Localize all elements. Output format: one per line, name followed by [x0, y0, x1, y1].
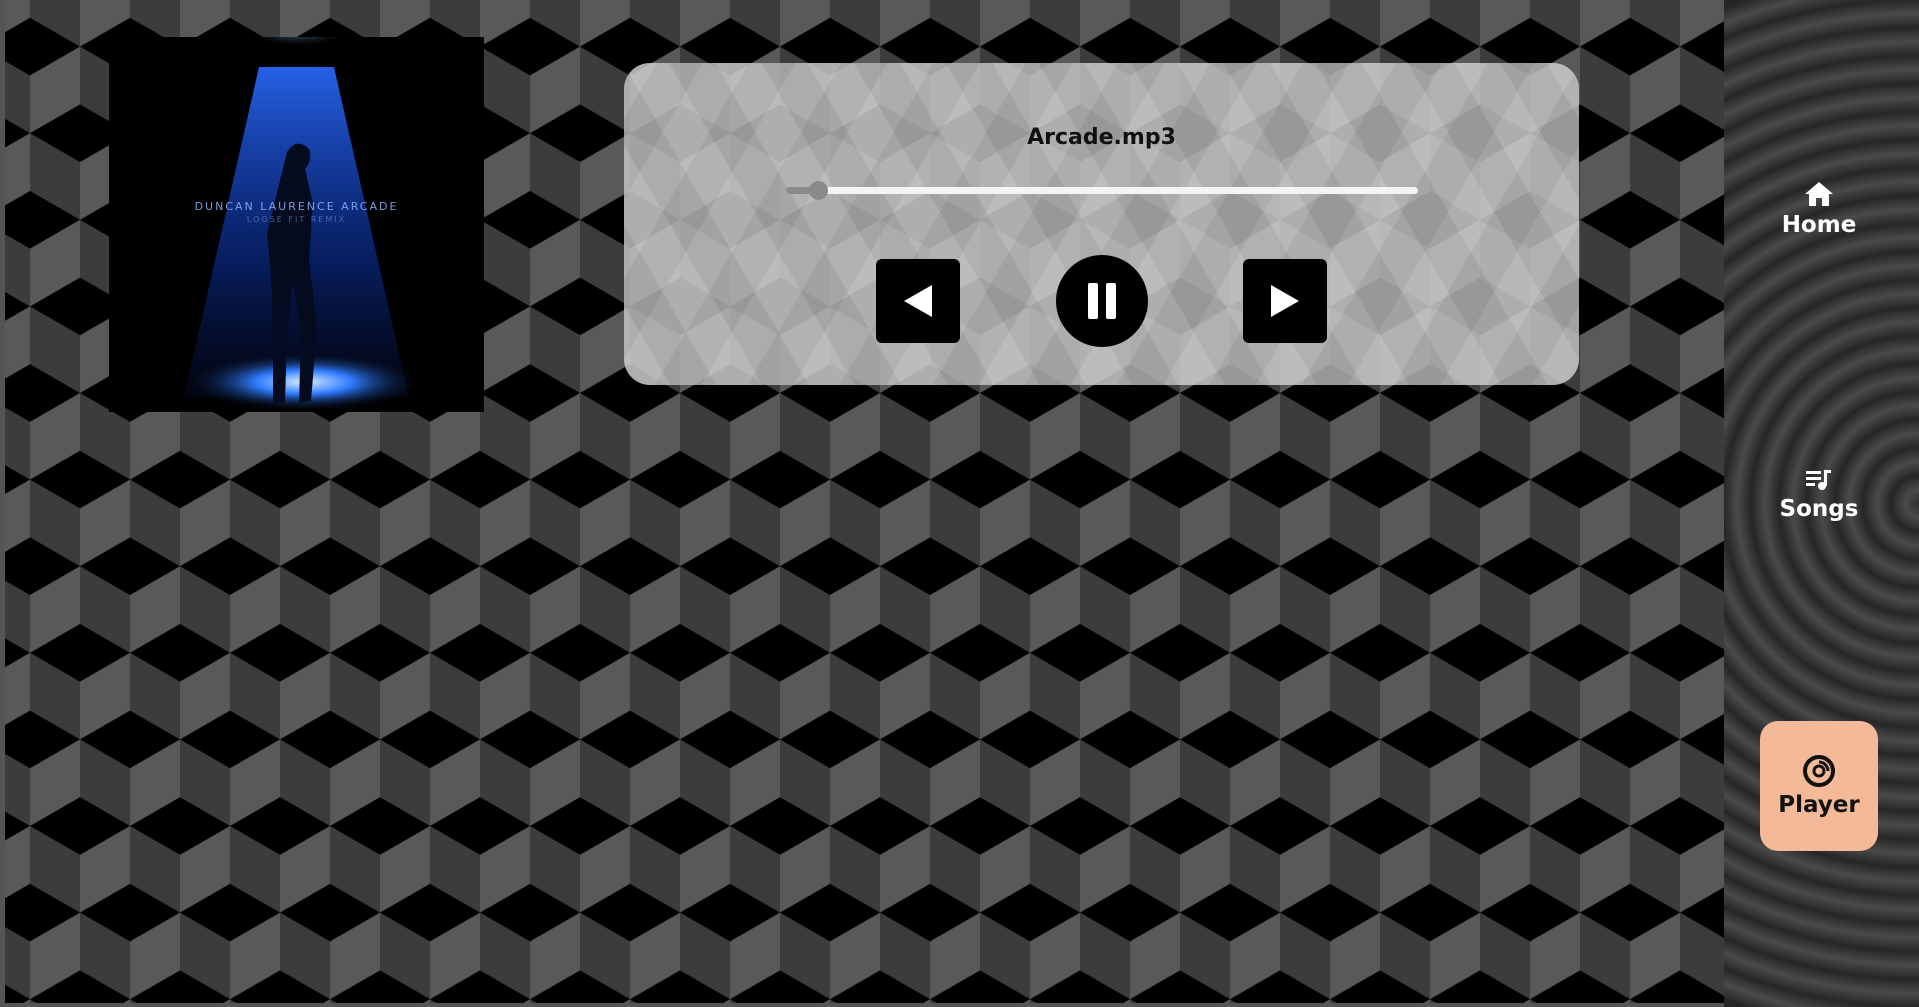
previous-icon — [904, 285, 932, 317]
sidebar-item-songs[interactable]: Songs — [1760, 430, 1878, 560]
sidebar-item-player[interactable]: Player — [1760, 721, 1878, 851]
play-pause-button[interactable] — [1056, 255, 1148, 347]
album-art-artist-text: DUNCAN LAURENCE ARCADE — [194, 200, 399, 213]
previous-button[interactable] — [876, 259, 960, 343]
sidebar-item-label: Home — [1781, 212, 1857, 238]
disc-icon — [1803, 755, 1835, 787]
next-icon — [1271, 285, 1299, 317]
track-title: Arcade.mp3 — [1027, 125, 1176, 150]
album-art: DUNCAN LAURENCE ARCADE LOOSE FIT REMIX — [109, 37, 484, 412]
sidebar-item-label: Songs — [1779, 496, 1859, 522]
sidebar-item-home[interactable]: Home — [1760, 144, 1878, 274]
progress-track[interactable] — [786, 187, 1418, 194]
pause-icon — [1088, 283, 1116, 319]
album-cover-image — [109, 37, 484, 412]
progress-slider[interactable] — [786, 181, 1418, 200]
player-panel: Arcade.mp3 — [624, 63, 1579, 385]
music-app: DUNCAN LAURENCE ARCADE LOOSE FIT REMIX A… — [0, 0, 1919, 1007]
playlist-icon — [1806, 470, 1831, 490]
main-area: DUNCAN LAURENCE ARCADE LOOSE FIT REMIX A… — [0, 0, 1724, 1007]
home-icon — [1805, 182, 1833, 206]
sidebar-item-label: Player — [1778, 792, 1860, 818]
progress-thumb[interactable] — [808, 181, 828, 200]
album-art-subtitle-text: LOOSE FIT REMIX — [246, 215, 347, 224]
sidebar-nav: Home Songs Player — [1724, 0, 1919, 1007]
next-button[interactable] — [1243, 259, 1327, 343]
